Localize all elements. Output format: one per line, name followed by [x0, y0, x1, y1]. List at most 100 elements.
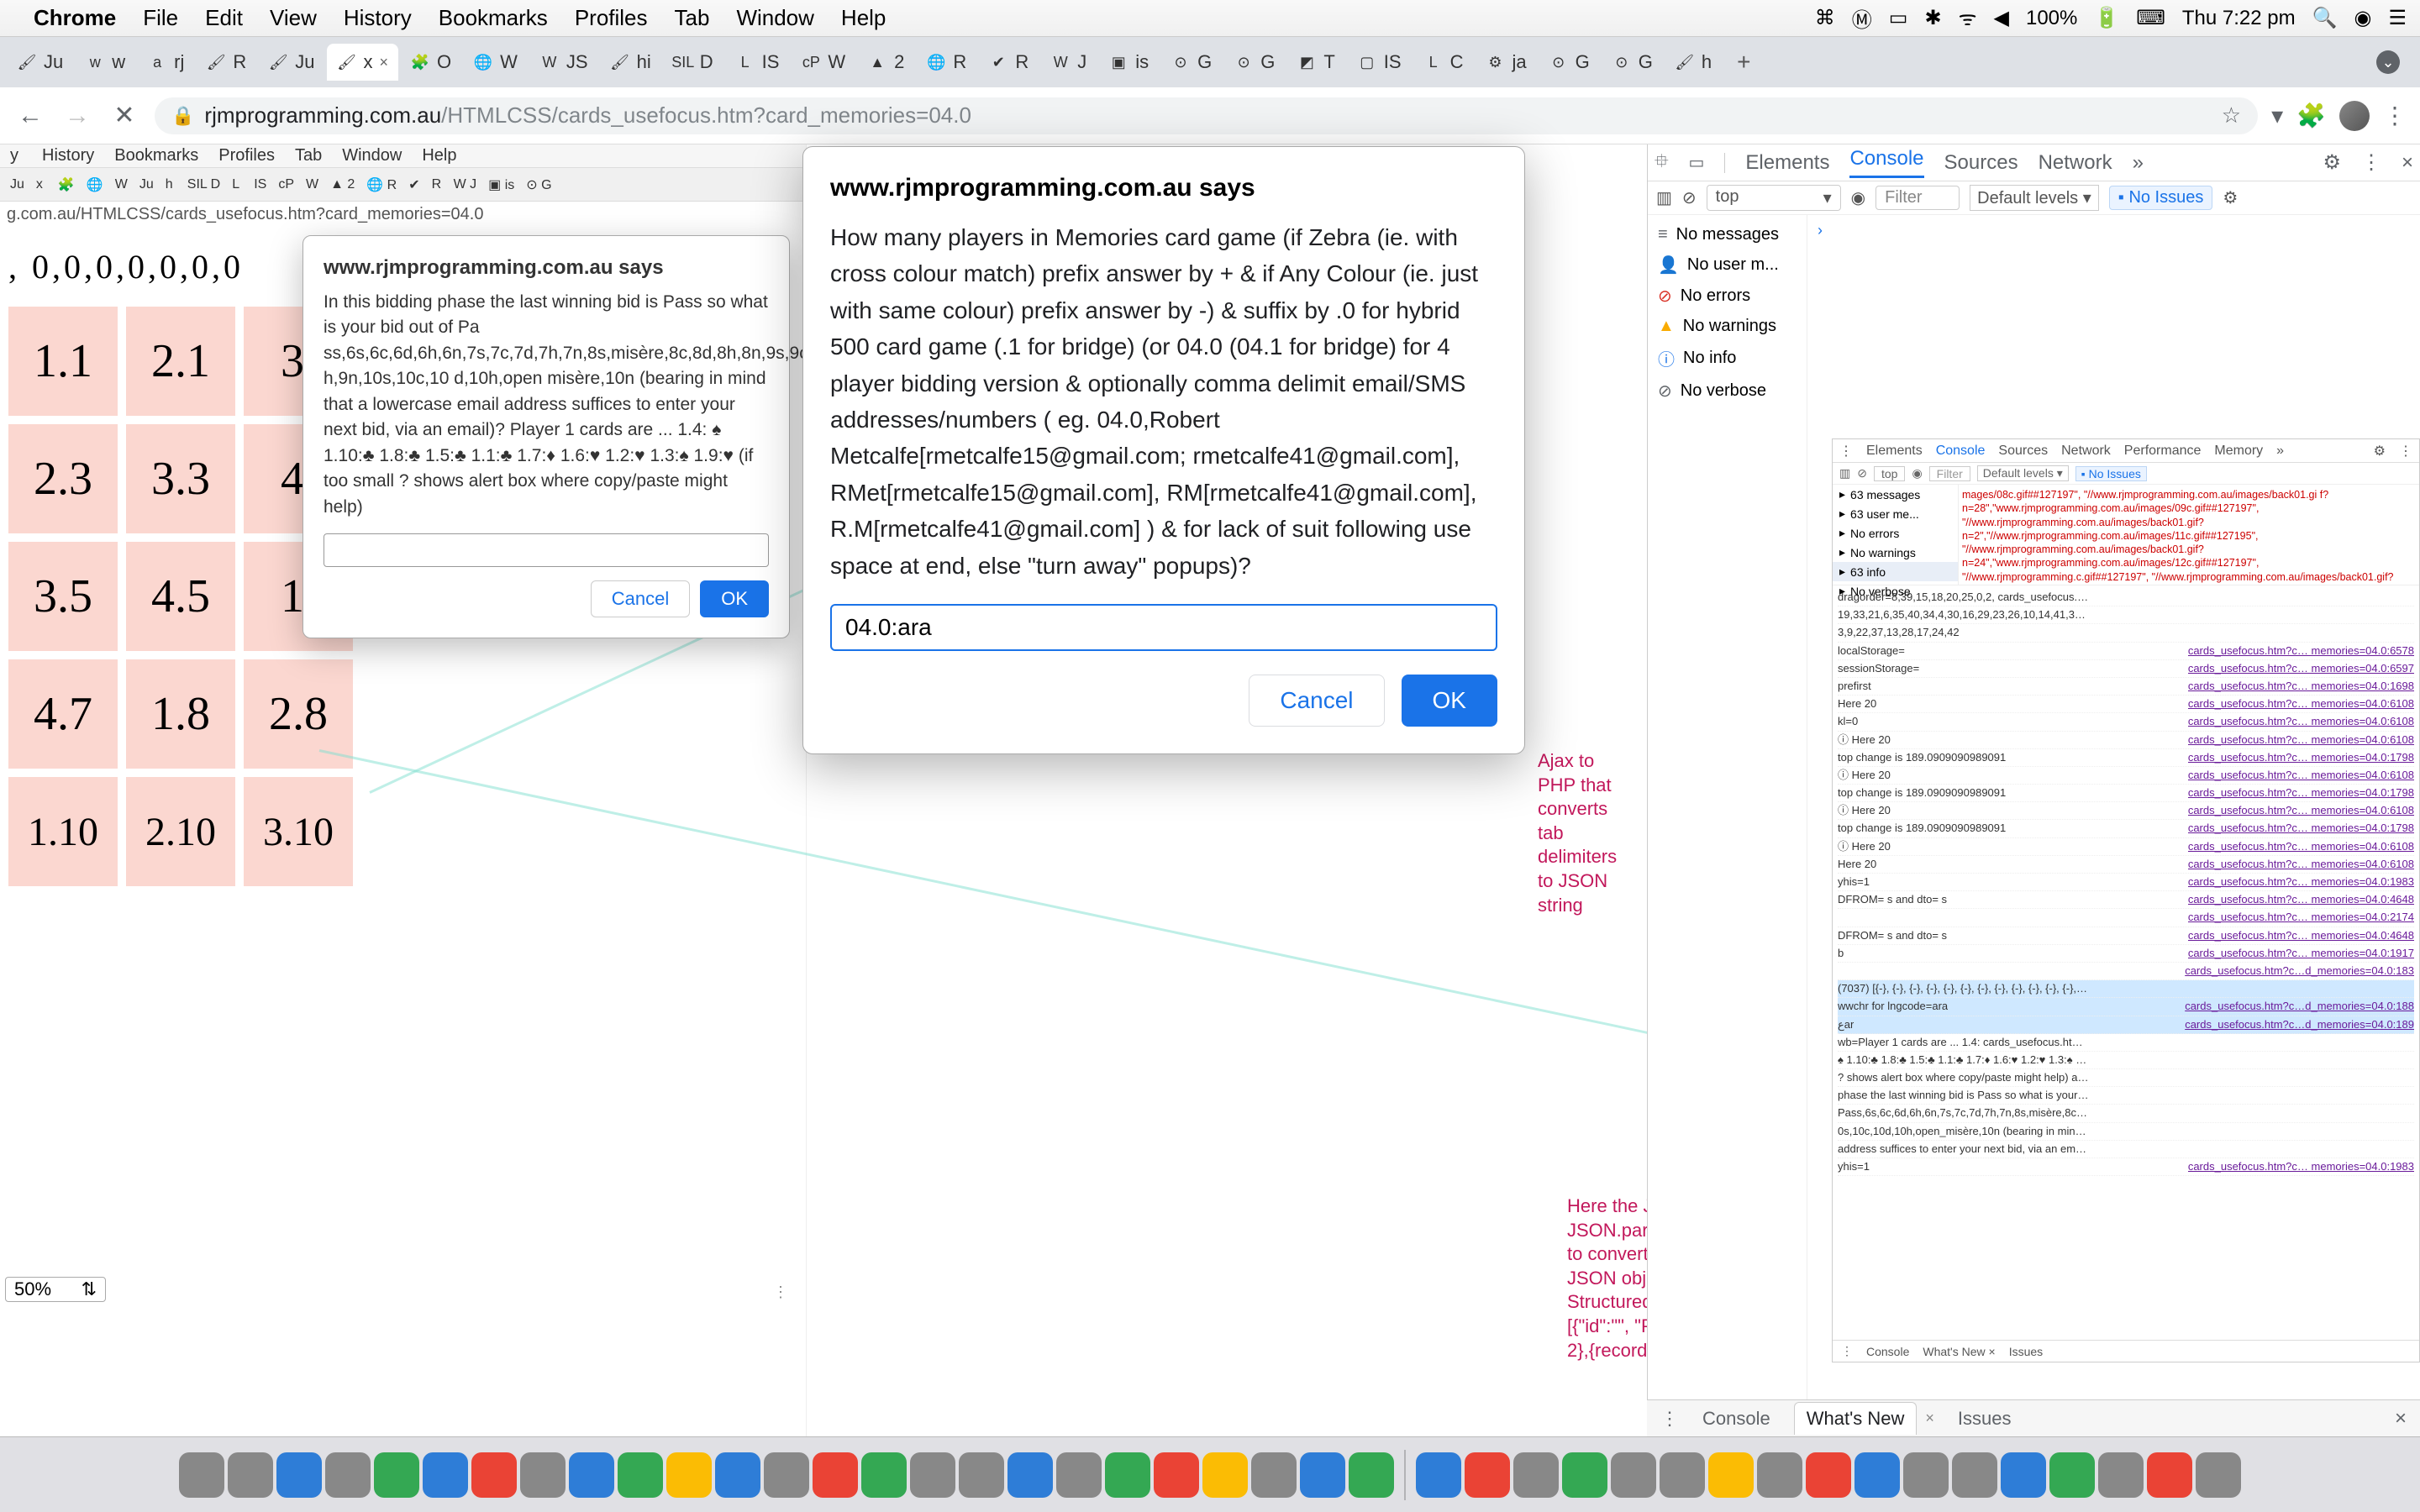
sidebar-item[interactable]: ▲No warnings — [1648, 312, 1807, 341]
display-icon[interactable]: ▭ — [1889, 6, 1908, 30]
live-expr-icon[interactable]: ◉ — [1851, 187, 1865, 208]
nested-tab[interactable]: Network — [2061, 444, 2111, 459]
mini-tab[interactable]: Ju — [5, 172, 29, 197]
dock-app[interactable] — [861, 1452, 907, 1498]
log-row[interactable]: Here 20cards_usefocus.htm?c… memories=04… — [1838, 696, 2414, 713]
mini-tab[interactable]: h — [160, 172, 181, 197]
browser-tab[interactable]: ⊙G — [1602, 44, 1663, 81]
browser-tab[interactable]: 🖌Ju — [258, 44, 324, 81]
close-icon[interactable]: × — [2402, 151, 2413, 175]
sidebar-item[interactable]: ≡No messages — [1648, 220, 1807, 249]
omnibox[interactable]: 🔒 rjmprogramming.com.au/HTMLCSS/cards_us… — [155, 97, 2258, 134]
mini-menu[interactable]: Window — [342, 146, 402, 165]
dock-app[interactable] — [764, 1452, 809, 1498]
sidebar-toggle-icon[interactable]: ▥ — [1656, 187, 1672, 208]
log-row[interactable]: prefirstcards_usefocus.htm?c… memories=0… — [1838, 678, 2414, 696]
dock-app[interactable] — [1465, 1452, 1510, 1498]
log-row[interactable]: kl=0cards_usefocus.htm?c… memories=04.0:… — [1838, 713, 2414, 731]
dock-app[interactable] — [715, 1452, 760, 1498]
stop-reload-button[interactable]: ✕ — [108, 101, 141, 130]
console-body[interactable]: › ⋮ Elements Console Sources Network Per… — [1807, 215, 2420, 1436]
drawer-tab-issues[interactable]: Issues — [1958, 1408, 2012, 1430]
tab-console[interactable]: Console — [1849, 147, 1923, 178]
card-cell[interactable]: 2.3 — [8, 424, 118, 533]
drawer-tab[interactable]: What's New × — [1923, 1345, 1995, 1358]
log-row[interactable]: yhis=1cards_usefocus.htm?c… memories=04.… — [1838, 874, 2414, 891]
log-row[interactable]: ♠ 1.10:♣ 1.8:♣ 1.5:♣ 1.1:♣ 1.7:♦ 1.6:♥ 1… — [1838, 1052, 2414, 1069]
dock-app[interactable] — [276, 1452, 322, 1498]
browser-tab[interactable]: ✔R — [978, 44, 1039, 81]
dock-app[interactable] — [618, 1452, 663, 1498]
log-row[interactable]: ⓘ Here 20cards_usefocus.htm?c… memories=… — [1838, 838, 2414, 856]
settings-icon[interactable]: ⚙ — [2223, 187, 2238, 208]
sidebar-item[interactable]: 👤No user m... — [1648, 249, 1807, 281]
back-button[interactable]: ← — [13, 102, 47, 130]
drawer-menu-icon[interactable]: ⋮ — [1660, 1408, 1679, 1430]
card-cell[interactable]: 3.5 — [8, 542, 118, 651]
dock-app[interactable] — [1300, 1452, 1345, 1498]
inner-dialog-input[interactable] — [324, 533, 769, 567]
mini-tab[interactable]: W J — [449, 172, 482, 197]
spotlight-icon[interactable]: 🔍 — [2312, 6, 2338, 30]
bluetooth-icon[interactable]: ✱ — [1924, 6, 1941, 30]
log-row[interactable]: localStorage=cards_usefocus.htm?c… memor… — [1838, 643, 2414, 660]
nested-tab[interactable]: Elements — [1866, 444, 1923, 459]
browser-tab[interactable]: 🖌h — [1665, 44, 1722, 81]
dock-app[interactable] — [1154, 1452, 1199, 1498]
dock-app[interactable] — [179, 1452, 224, 1498]
tabs-more[interactable]: » — [2133, 151, 2144, 175]
log-row[interactable]: cards_usefocus.htm?c… memories=04.0:2174 — [1838, 909, 2414, 927]
mini-tab[interactable]: IS — [249, 172, 271, 197]
log-row[interactable]: top change is 189.0909090989091cards_use… — [1838, 820, 2414, 837]
menu-file[interactable]: File — [143, 5, 178, 31]
status-icon[interactable]: ⌘ — [1815, 6, 1835, 30]
dock-app[interactable] — [1562, 1452, 1607, 1498]
browser-tab[interactable]: 🖌Ju — [7, 44, 73, 81]
mini-menu[interactable]: Profiles — [218, 146, 275, 165]
card-cell[interactable]: 2.1 — [126, 307, 235, 416]
dock-app[interactable] — [1416, 1452, 1461, 1498]
dock-app[interactable] — [1806, 1452, 1851, 1498]
sidebar-item[interactable]: ⓘNo info — [1648, 341, 1807, 375]
log-row[interactable]: ⓘ Here 20cards_usefocus.htm?c… memories=… — [1838, 802, 2414, 820]
log-row[interactable]: address suffices to enter your next bid,… — [1838, 1141, 2414, 1158]
mini-menu[interactable]: Tab — [295, 146, 322, 165]
log-row[interactable]: ⓘ Here 20cards_usefocus.htm?c… memories=… — [1838, 732, 2414, 749]
levels-select[interactable]: Default levels ▾ — [1977, 465, 2069, 481]
log-row[interactable]: yhis=1cards_usefocus.htm?c… memories=04.… — [1838, 1158, 2414, 1176]
downloads-icon[interactable]: ▾ — [2271, 102, 2283, 129]
dock-app[interactable] — [325, 1452, 371, 1498]
log-row[interactable]: 0s,10c,10d,10h,open_misère,10n (bearing … — [1838, 1123, 2414, 1141]
browser-tab[interactable]: ▢IS — [1347, 44, 1412, 81]
log-row[interactable]: (7037) [{-}, {-}, {-}, {-}, {-}, {-}, {-… — [1838, 980, 2414, 998]
mini-menu[interactable]: Help — [422, 146, 456, 165]
mini-tab[interactable]: ▣ is — [483, 172, 519, 197]
menu-tab[interactable]: Tab — [675, 5, 710, 31]
log-row[interactable]: 19,33,21,6,35,40,34,4,30,16,29,23,26,10,… — [1838, 606, 2414, 624]
drawer-tab-console[interactable]: Console — [1702, 1408, 1770, 1430]
status-icon[interactable]: Ⓜ — [1852, 3, 1872, 33]
mini-tab[interactable]: R — [427, 172, 447, 197]
mini-tab[interactable]: 🌐 R — [361, 172, 402, 197]
log-row[interactable]: top change is 189.0909090989091cards_use… — [1838, 749, 2414, 767]
settings-icon[interactable]: ⚙ — [2323, 150, 2341, 175]
profile-avatar[interactable] — [2339, 101, 2370, 131]
nested-tab[interactable]: Memory — [2214, 444, 2263, 459]
drawer-tab[interactable]: Issues — [2009, 1345, 2043, 1358]
dock-app[interactable] — [1757, 1452, 1802, 1498]
log-row[interactable]: Pass,6s,6c,6d,6h,6n,7s,7c,7d,7h,7n,8s,mi… — [1838, 1105, 2414, 1122]
log-row[interactable]: bcards_usefocus.htm?c… memories=04.0:191… — [1838, 945, 2414, 963]
menu-view[interactable]: View — [270, 5, 317, 31]
dock-app[interactable] — [1708, 1452, 1754, 1498]
context-select[interactable]: top — [1874, 466, 1905, 481]
dock-app[interactable] — [959, 1452, 1004, 1498]
clear-icon[interactable]: ⊘ — [1682, 187, 1697, 208]
log-row[interactable]: sessionStorage=cards_usefocus.htm?c… mem… — [1838, 660, 2414, 678]
browser-tab[interactable]: 🌐W — [463, 44, 528, 81]
dock-app[interactable] — [666, 1452, 712, 1498]
card-cell[interactable]: 4.7 — [8, 659, 118, 769]
browser-tab[interactable]: SILD — [663, 44, 723, 81]
log-row[interactable]: ? shows alert box where copy/paste might… — [1838, 1069, 2414, 1087]
menu-profiles[interactable]: Profiles — [575, 5, 648, 31]
browser-tab[interactable]: ▲2 — [857, 44, 914, 81]
